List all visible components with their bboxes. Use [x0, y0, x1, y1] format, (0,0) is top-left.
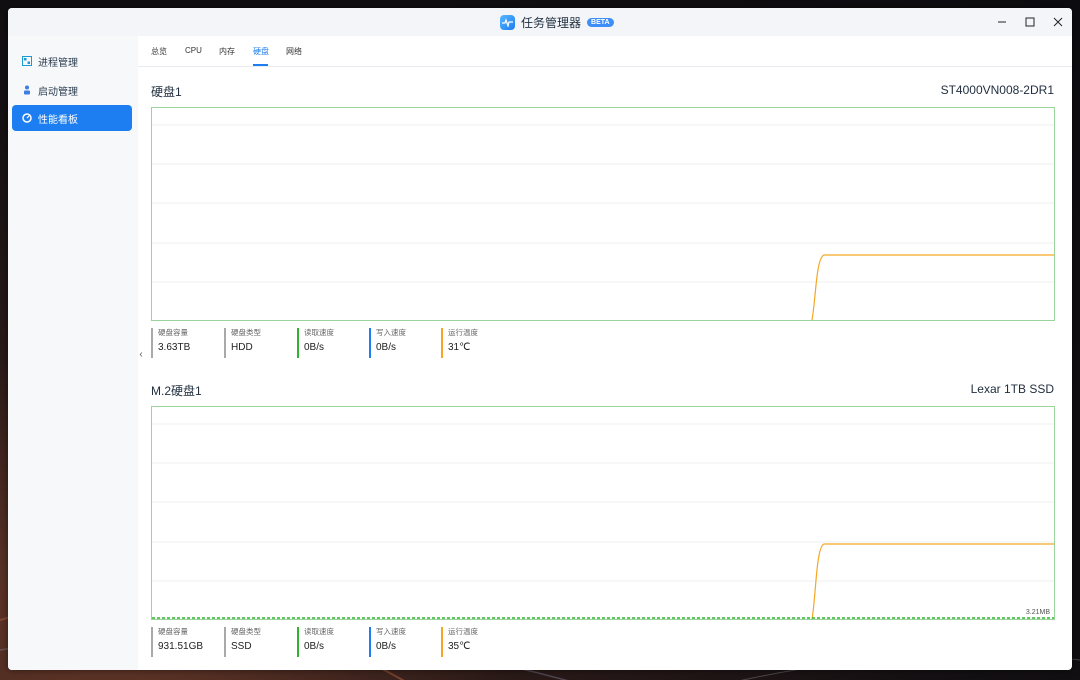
sidebar-item-startup[interactable]: 启动管理: [12, 77, 132, 103]
stat-value: 31℃: [448, 342, 471, 353]
stat-label: 硬盘容量: [158, 627, 188, 636]
stat-write-speed: 写入速度 0B/s: [369, 328, 406, 358]
stat-value: HDD: [231, 342, 253, 353]
sidebar-item-label: 性能看板: [38, 114, 78, 126]
stat-label: 运行温度: [448, 627, 478, 636]
close-icon: [1053, 17, 1063, 27]
maximize-button[interactable]: [1016, 8, 1044, 36]
sidebar-item-label: 启动管理: [38, 86, 78, 98]
stat-capacity: 硬盘容量 931.51GB: [151, 627, 203, 657]
sidebar: 进程管理 启动管理 性能看板: [8, 36, 138, 670]
performance-icon: [22, 113, 32, 123]
app-icon: [500, 14, 515, 30]
disk-activity-graph: 3.21MB: [151, 406, 1055, 620]
stat-type: 硬盘类型 HDD: [224, 328, 261, 358]
stat-value: SSD: [231, 641, 252, 652]
watermark: 值 什么值得买: [948, 638, 1072, 666]
stat-label: 写入速度: [376, 328, 406, 337]
temperature-line: [811, 254, 1054, 320]
sidebar-item-label: 进程管理: [38, 57, 78, 69]
window-title: 任务管理器 BETA: [500, 12, 614, 32]
stat-label: 写入速度: [376, 627, 406, 636]
maximize-icon: [1025, 17, 1035, 27]
stat-value: 0B/s: [304, 641, 325, 652]
sidebar-item-process[interactable]: 进程管理: [12, 48, 132, 74]
sidebar-item-performance[interactable]: 性能看板: [12, 105, 132, 131]
disk-activity-graph: [151, 107, 1055, 321]
stat-value: 3.63TB: [158, 342, 191, 353]
disk-model: ST4000VN008-2DR1: [940, 83, 1054, 97]
active-tab-indicator: [253, 64, 268, 66]
stat-label: 硬盘类型: [231, 328, 261, 337]
startup-icon: [22, 85, 32, 95]
stat-label: 硬盘容量: [158, 328, 188, 337]
stat-value: 35℃: [448, 641, 471, 652]
stat-label: 读取速度: [304, 328, 334, 337]
stat-value: 931.51GB: [158, 641, 204, 652]
stat-label: 运行温度: [448, 328, 478, 337]
stat-value: 0B/s: [376, 342, 397, 353]
close-button[interactable]: [1044, 8, 1072, 36]
disk-model: Lexar 1TB SSD: [970, 382, 1054, 396]
stat-temperature: 运行温度 35℃: [441, 627, 478, 657]
disk-title: M.2硬盘1: [151, 384, 202, 398]
tab-overview[interactable]: 总览: [151, 46, 167, 57]
tab-disk[interactable]: 硬盘: [253, 46, 269, 57]
watermark-logo: 值: [948, 638, 976, 666]
app-title: 任务管理器: [521, 15, 582, 30]
watermark-text: 什么值得买: [982, 643, 1072, 663]
stat-value: 0B/s: [304, 342, 325, 353]
stat-read-speed: 读取速度 0B/s: [297, 627, 334, 657]
stat-label: 硬盘类型: [231, 627, 261, 636]
main-content: 总览 CPU 内存 硬盘 网络 硬盘1 ST4000VN008-2DR1 硬盘容…: [138, 36, 1072, 670]
stat-type: 硬盘类型 SSD: [224, 627, 261, 657]
graph-canvas: [152, 423, 1054, 619]
stat-value: 0B/s: [376, 641, 397, 652]
tab-memory[interactable]: 内存: [219, 46, 235, 57]
tab-cpu[interactable]: CPU: [185, 46, 202, 55]
process-icon: [22, 56, 32, 66]
stat-read-speed: 读取速度 0B/s: [297, 328, 334, 358]
tab-bar: 总览 CPU 内存 硬盘 网络: [138, 36, 1072, 67]
stat-capacity: 硬盘容量 3.63TB: [151, 328, 190, 358]
graph-scale-label: 3.21MB: [1025, 609, 1050, 616]
stat-label: 读取速度: [304, 627, 334, 636]
stat-temperature: 运行温度 31℃: [441, 328, 478, 358]
graph-canvas: [152, 124, 1054, 320]
beta-badge: BETA: [587, 17, 614, 27]
disk-title: 硬盘1: [151, 85, 182, 99]
minimize-button[interactable]: [988, 8, 1016, 36]
stat-write-speed: 写入速度 0B/s: [369, 627, 406, 657]
task-manager-window: 任务管理器 BETA 进程管理 启动管理 性能看板 ‹ 总览 CPU 内存 硬盘…: [8, 8, 1072, 670]
minimize-icon: [998, 21, 1006, 23]
tab-network[interactable]: 网络: [286, 46, 302, 57]
title-bar: 任务管理器 BETA: [8, 8, 1072, 36]
